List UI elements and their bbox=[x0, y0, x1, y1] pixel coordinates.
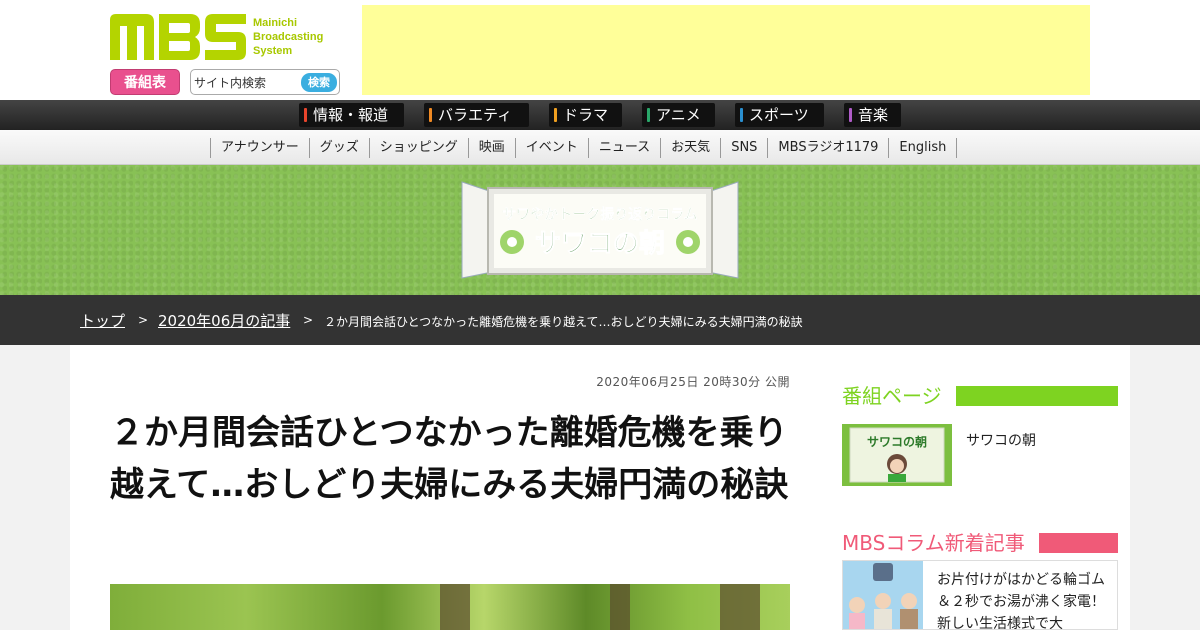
subnav-item-news[interactable]: ニュース bbox=[589, 138, 662, 158]
article-hero-image bbox=[110, 584, 790, 630]
breadcrumb-current: ２か月間会話ひとつなかった離婚危機を乗り越えて…おしどり夫婦にみる夫婦円満の秘訣 bbox=[324, 315, 803, 329]
column-heading-bar bbox=[1039, 533, 1118, 553]
search-button[interactable]: 検索 bbox=[301, 73, 337, 92]
genre-label: バラエティ bbox=[438, 106, 513, 124]
article-title: ２か月間会話ひとつなかった離婚危機を乗り越えて…おしどり夫婦にみる夫婦円満の秘訣 bbox=[110, 413, 789, 505]
program-name[interactable]: サワコの朝 bbox=[966, 430, 1036, 450]
subnav-item-event[interactable]: イベント bbox=[516, 138, 589, 158]
genre-drama[interactable]: ドラマ bbox=[549, 103, 622, 127]
publish-date: 2020年06月25日 20時30分 公開 bbox=[596, 375, 790, 389]
subnav-item-shopping[interactable]: ショッピング bbox=[370, 138, 469, 158]
banner-line1: サワやかトーク振り返りコラム bbox=[502, 206, 698, 223]
subnav-item-announcer[interactable]: アナウンサー bbox=[211, 138, 310, 158]
breadcrumb-month[interactable]: 2020年06月の記事 bbox=[158, 310, 290, 331]
sidebar-program-heading: 番組ページ bbox=[842, 381, 1118, 411]
breadcrumb-separator: > bbox=[138, 313, 149, 327]
search-input[interactable] bbox=[194, 73, 298, 91]
genre-label: アニメ bbox=[656, 106, 701, 124]
column-article-card[interactable]: お片付けがはかどる輪ゴム＆２秒でお湯が沸く家電！新しい生活様式で大 bbox=[842, 560, 1118, 630]
logo-sub-line3: System bbox=[253, 45, 293, 57]
breadcrumb: トップ > 2020年06月の記事 > ２か月間会話ひとつなかった離婚危機を乗り… bbox=[0, 295, 1200, 345]
program-heading-bar bbox=[956, 386, 1118, 406]
sidebar-column-heading: MBSコラム新着記事 bbox=[842, 528, 1118, 558]
logo-subtitle: Mainichi Broadcasting System bbox=[253, 16, 323, 58]
photo-trunk bbox=[720, 584, 760, 630]
banner-line2: サワコの朝 bbox=[535, 228, 665, 259]
column-thumb-art bbox=[843, 561, 923, 629]
banner-window-logo[interactable]: サワやかトーク振り返りコラム サワコの朝 bbox=[460, 180, 740, 280]
column-article-thumbnail[interactable] bbox=[843, 561, 923, 629]
genre-marker bbox=[740, 108, 743, 122]
subnav-item-movie[interactable]: 映画 bbox=[469, 138, 516, 158]
program-card[interactable]: サワコの朝 サワコの朝 bbox=[842, 424, 1118, 486]
genre-nav: 情報・報道 バラエティ ドラマ アニメ スポーツ 音楽 bbox=[0, 100, 1200, 130]
program-banner: サワやかトーク振り返りコラム サワコの朝 bbox=[0, 165, 1200, 295]
genre-label: スポーツ bbox=[749, 106, 809, 124]
site-header: Mainichi Broadcasting System 番組表 検索 bbox=[0, 0, 1200, 100]
site-search: 検索 bbox=[190, 69, 340, 95]
genre-music[interactable]: 音楽 bbox=[844, 103, 901, 127]
program-heading-text: 番組ページ bbox=[842, 384, 942, 408]
genre-marker bbox=[554, 108, 557, 122]
program-guide-button[interactable]: 番組表 bbox=[110, 69, 180, 95]
genre-info-news[interactable]: 情報・報道 bbox=[299, 103, 404, 127]
flower-icon bbox=[676, 230, 700, 254]
genre-marker bbox=[647, 108, 650, 122]
genre-marker bbox=[429, 108, 432, 122]
logo-sub-line2: Broadcasting bbox=[253, 31, 324, 43]
genre-marker bbox=[304, 108, 307, 122]
genre-label: ドラマ bbox=[563, 106, 609, 124]
program-thumbnail[interactable]: サワコの朝 bbox=[842, 424, 952, 486]
mbs-logo-mark bbox=[110, 14, 246, 60]
program-thumb-art: サワコの朝 bbox=[842, 424, 952, 486]
flower-icon bbox=[500, 230, 524, 254]
main-content: 2020年06月25日 20時30分 公開 ２か月間会話ひとつなかった離婚危機を… bbox=[70, 345, 1130, 630]
photo-trunk bbox=[440, 584, 470, 630]
sub-nav: アナウンサー グッズ ショッピング 映画 イベント ニュース お天気 SNS M… bbox=[0, 130, 1200, 165]
mbs-logo[interactable]: Mainichi Broadcasting System bbox=[110, 14, 340, 62]
breadcrumb-month-link[interactable]: 2020年06月の記事 bbox=[158, 312, 290, 330]
thumb-title: サワコの朝 bbox=[867, 434, 927, 449]
genre-marker bbox=[849, 108, 852, 122]
photo-trunk bbox=[610, 584, 630, 630]
genre-label: 情報・報道 bbox=[313, 106, 389, 124]
subnav-item-radio[interactable]: MBSラジオ1179 bbox=[768, 138, 890, 158]
genre-anime[interactable]: アニメ bbox=[642, 103, 715, 127]
subnav-item-goods[interactable]: グッズ bbox=[310, 138, 370, 158]
subnav-item-sns[interactable]: SNS bbox=[721, 138, 769, 158]
genre-variety[interactable]: バラエティ bbox=[424, 103, 529, 127]
genre-label: 音楽 bbox=[858, 106, 889, 124]
breadcrumb-separator: > bbox=[303, 313, 314, 327]
subnav-item-weather[interactable]: お天気 bbox=[661, 138, 722, 158]
breadcrumb-top[interactable]: トップ bbox=[80, 310, 125, 331]
column-article-title[interactable]: お片付けがはかどる輪ゴム＆２秒でお湯が沸く家電！新しい生活様式で大 bbox=[937, 569, 1107, 629]
breadcrumb-top-link[interactable]: トップ bbox=[80, 312, 125, 330]
subnav-item-english[interactable]: English bbox=[889, 138, 958, 158]
genre-sports[interactable]: スポーツ bbox=[735, 103, 824, 127]
ad-banner[interactable] bbox=[362, 5, 1090, 95]
logo-sub-line1: Mainichi bbox=[253, 17, 298, 29]
column-heading-text: MBSコラム新着記事 bbox=[842, 531, 1025, 555]
